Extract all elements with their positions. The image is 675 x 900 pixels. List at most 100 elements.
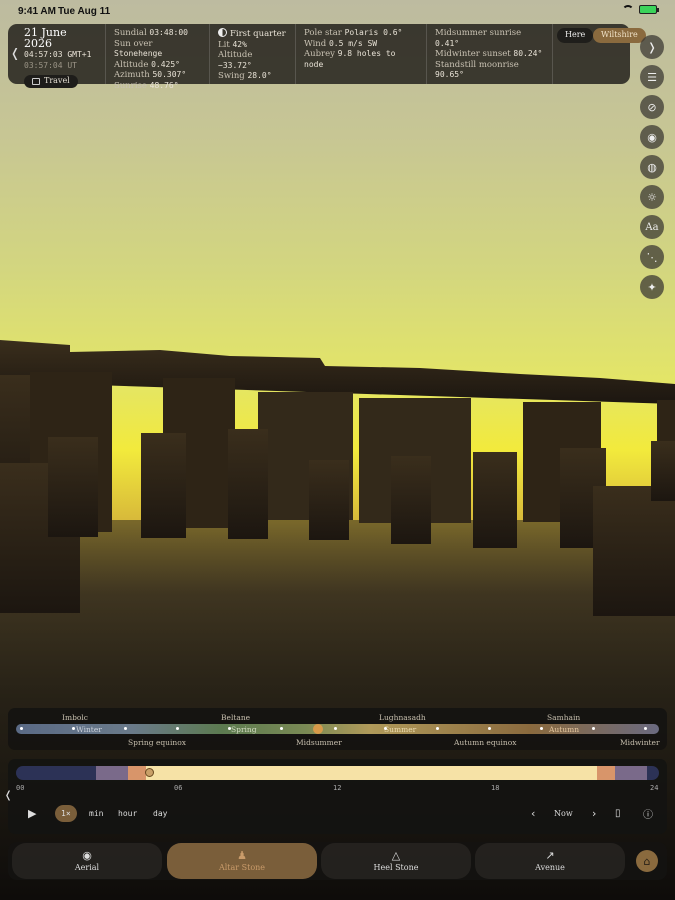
play-icon[interactable]: ▶ [22,805,42,822]
label-midsummer: Midsummer [296,738,342,747]
person-icon: ♟ [237,849,247,862]
collapse-timeline-icon[interactable]: ❬ [4,790,12,801]
status-date: Tue Aug 11 [58,6,111,17]
side-toolbar: ❭ ☰ ⊘ ◉ ◍ ☼ Aa ⋱ ✦ [640,35,664,305]
label-spring: Spring [231,725,257,734]
pole-star-label: Pole star [304,28,342,38]
tick-12: 12 [333,784,342,792]
here-button[interactable]: Here [557,28,594,43]
chevron-right-icon[interactable]: › [586,805,602,822]
season-marker [644,727,647,730]
season-marker [280,727,283,730]
season-marker [20,727,23,730]
drop-icon[interactable]: ◍ [640,155,664,179]
moon-altitude-label: Altitude [218,50,253,60]
label-summer: Summer [384,725,417,734]
sky-column: Pole star Polaris 0.6° Wind 0.5 m/s SW A… [296,24,427,84]
sunrise-value: 48.76° [149,80,179,90]
chevron-left-icon[interactable]: ‹ [525,805,541,822]
season-marker [72,727,75,730]
heel-stone-label: Heel Stone [373,863,419,872]
sunover-label: Sun over [114,38,153,49]
info-icon[interactable]: ⓘ [637,805,659,822]
arrow-up-right-icon: ↗ [545,849,555,862]
label-lughnasadh: Lughnasadh [379,713,426,722]
midwinter-sunset-value: 80.24° [513,49,543,58]
collapse-panel-icon[interactable]: ❬ [10,46,20,60]
speed-hour-button[interactable]: hour [112,805,143,822]
label-midwinter: Midwinter [620,738,660,747]
tick-00: 00 [16,784,25,792]
triangle-icon: △ [391,849,401,862]
moon-phase: First quarter [230,29,286,39]
aerial-button[interactable]: ◉ Aerial [12,843,162,879]
season-marker [436,727,439,730]
menu-icon[interactable]: ☰ [640,65,664,89]
season-marker [540,727,543,730]
text-size-icon[interactable]: Aa [640,215,664,239]
speed-day-button[interactable]: day [147,805,173,822]
label-autumn: Autumn [549,725,580,734]
target-icon[interactable]: ◉ [640,125,664,149]
day-track[interactable] [16,766,659,780]
time-cursor[interactable] [145,768,154,777]
sparkle-icon[interactable]: ✦ [640,275,664,299]
wind-label: Wind [304,38,327,49]
travel-label: Travel [44,76,70,85]
standstill-moonrise-value: 90.65° [435,70,464,79]
season-marker [488,727,491,730]
eye-icon: ◉ [82,849,92,862]
tick-24: 24 [650,784,659,792]
moon-altitude-value: −33.72° [218,60,252,70]
label-winter: Winter [76,725,102,734]
season-cursor[interactable] [313,724,323,734]
moon-phase-icon [218,28,227,37]
swing-label: Swing [218,71,245,81]
season-timeline[interactable]: Imbolc Beltane Lughnasadh Samhain Winter… [8,708,667,750]
now-button[interactable]: Now [548,805,579,822]
sun-icon[interactable]: ☼ [640,185,664,209]
battery-icon [639,5,659,14]
tick-06: 06 [174,784,183,792]
season-marker [176,727,179,730]
label-spring-equinox: Spring equinox [128,738,186,747]
landmark-icon[interactable]: ⌂ [636,850,658,872]
label-samhain: Samhain [547,713,581,722]
label-beltane: Beltane [221,713,251,722]
avenue-label: Avenue [535,863,565,872]
speed-1x-button[interactable]: 1× [55,805,77,822]
azimuth-label: Azimuth [114,70,150,80]
book-icon[interactable]: ▯ [609,805,627,822]
alignment-column: Midsummer sunrise 0.41° Midwinter sunset… [427,24,553,84]
status-time: 9:41 AM [18,6,56,17]
travel-button[interactable]: Travel [24,75,78,88]
season-marker [228,727,231,730]
altar-stone-label: Altar Stone [218,863,266,872]
compass-icon[interactable]: ⊘ [640,95,664,119]
speed-min-button[interactable]: min [83,805,109,822]
aerial-label: Aerial [74,863,100,872]
sun-column: Sundial 03:48:00 Sun over Stonehenge Alt… [106,24,210,91]
wind-value: 0.5 m/s SW [328,38,378,48]
day-timeline[interactable]: ❬ 00 06 12 18 24 ▶ 1× min hour day ‹ Now… [4,759,667,834]
midwinter-sunset-label: Midwinter sunset [435,49,511,59]
wiltshire-button[interactable]: Wiltshire [593,28,646,43]
sunrise-label: Sunrise [114,80,147,91]
date-column: 21 June 2026 04:57:03 GMT+1 03:57:04 UT … [8,24,106,88]
sun-altitude-label: Altitude [114,59,149,70]
heel-stone-button[interactable]: △ Heel Stone [321,843,471,879]
altar-stone-button[interactable]: ♟ Altar Stone [167,843,317,879]
ut-time: 03:57:04 UT [24,60,77,70]
constellation-icon[interactable]: ⋱ [640,245,664,269]
season-marker [592,727,595,730]
tick-18: 18 [491,784,500,792]
avenue-button[interactable]: ↗ Avenue [475,843,625,879]
current-date: 21 June 2026 [24,26,67,50]
sundial-label: Sundial [114,28,147,38]
lit-label: Lit [218,39,230,50]
chevron-right-icon[interactable]: ❭ [640,35,664,59]
swing-value: 28.0° [247,71,272,80]
aubrey-label: Aubrey [304,49,335,59]
standstill-moonrise-label: Standstill moonrise [435,59,519,70]
info-panel: ❬ 21 June 2026 04:57:03 GMT+1 03:57:04 U… [8,24,646,91]
